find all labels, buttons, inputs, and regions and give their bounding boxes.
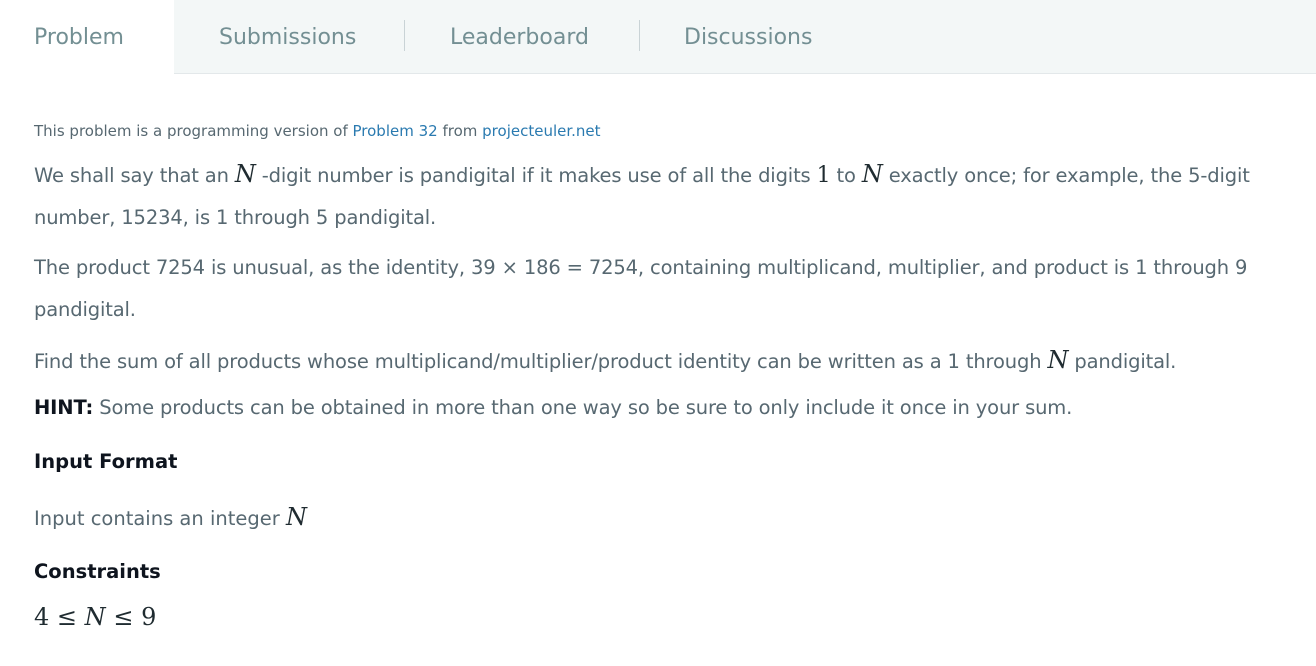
text: Input contains an integer bbox=[34, 507, 286, 530]
paragraph-hint: HINT: Some products can be obtained in m… bbox=[34, 391, 1294, 425]
text: to bbox=[830, 164, 862, 187]
tab-submissions[interactable]: Submissions bbox=[174, 0, 404, 74]
text: Find the sum of all products whose multi… bbox=[34, 350, 1048, 373]
text: We shall say that an bbox=[34, 164, 235, 187]
text: -digit number is pandigital if it makes … bbox=[255, 164, 817, 187]
projecteuler-link[interactable]: projecteuler.net bbox=[482, 122, 600, 140]
constraint-expression: 4 ≤ N ≤ 9 bbox=[34, 603, 1294, 631]
input-format-text: Input contains an integer N bbox=[34, 499, 1294, 537]
math-var-n: N bbox=[861, 160, 883, 188]
source-note: This problem is a programming version of… bbox=[34, 117, 1294, 145]
tab-problem[interactable]: Problem bbox=[0, 0, 174, 75]
constraint-lower: 4 bbox=[34, 603, 50, 631]
constraints-heading: Constraints bbox=[34, 560, 161, 583]
tab-leaderboard[interactable]: Leaderboard bbox=[405, 0, 639, 74]
paragraph-example: The product 7254 is unusual, as the iden… bbox=[34, 256, 1248, 321]
problem-statement: This problem is a programming version of… bbox=[34, 117, 1294, 631]
constraint-upper: 9 bbox=[141, 603, 157, 631]
math-var-n: N bbox=[234, 160, 256, 188]
leq-symbol: ≤ bbox=[113, 603, 134, 631]
source-mid: from bbox=[437, 122, 483, 140]
text: pandigital. bbox=[1068, 350, 1177, 373]
paragraph-pandigital-definition: We shall say that an N -digit number is … bbox=[34, 153, 1294, 239]
input-format-heading: Input Format bbox=[34, 450, 178, 473]
math-var-n: N bbox=[285, 503, 307, 531]
source-prefix: This problem is a programming version of bbox=[34, 122, 353, 140]
math-var-n: N bbox=[84, 603, 106, 631]
math-one: 1 bbox=[816, 163, 831, 188]
tab-bar: Problem Submissions Leaderboard Discussi… bbox=[0, 0, 1316, 75]
tab-discussions[interactable]: Discussions bbox=[640, 0, 880, 74]
hint-label: HINT: bbox=[34, 396, 94, 419]
math-var-n: N bbox=[1047, 346, 1069, 374]
problem-32-link[interactable]: Problem 32 bbox=[353, 122, 438, 140]
hint-text: Some products can be obtained in more th… bbox=[93, 396, 1073, 419]
paragraph-task: Find the sum of all products whose multi… bbox=[34, 339, 1294, 383]
leq-symbol: ≤ bbox=[56, 603, 78, 631]
